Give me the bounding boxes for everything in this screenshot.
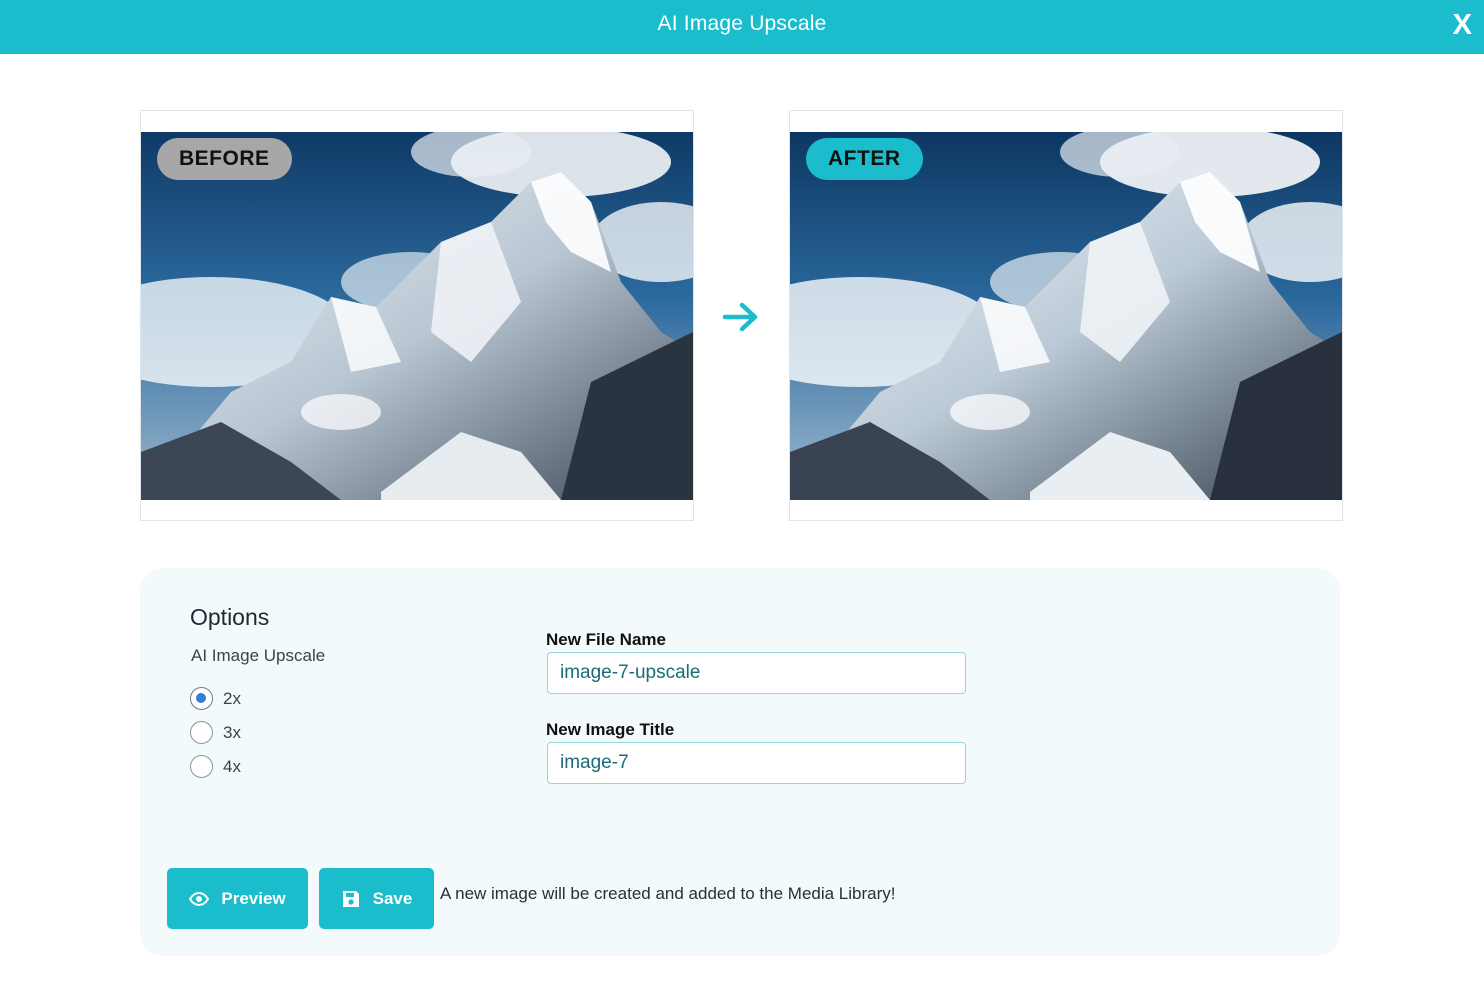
- scale-option-2x[interactable]: 2x: [190, 687, 241, 710]
- options-title: Options: [190, 604, 270, 630]
- after-badge: AFTER: [806, 138, 923, 180]
- save-button-label: Save: [372, 888, 413, 908]
- dialog-title: AI Image Upscale: [657, 12, 827, 35]
- image-title-label: New Image Title: [546, 720, 675, 739]
- preview-button-label: Preview: [221, 888, 286, 908]
- radio-4x[interactable]: [190, 755, 213, 778]
- after-mountain-photo: [790, 132, 1342, 500]
- before-mountain-photo: [141, 132, 693, 500]
- scale-option-4x[interactable]: 4x: [190, 755, 241, 778]
- before-image-frame: BEFORE: [140, 110, 694, 521]
- radio-label-3x: 3x: [223, 722, 241, 742]
- image-title-input[interactable]: [547, 742, 966, 784]
- options-panel: Options AI Image Upscale 2x 3x 4x New Fi…: [140, 568, 1340, 956]
- radio-label-2x: 2x: [223, 688, 241, 708]
- before-badge: BEFORE: [157, 138, 292, 180]
- radio-3x[interactable]: [190, 721, 213, 744]
- scale-option-3x[interactable]: 3x: [190, 721, 241, 744]
- options-subtitle: AI Image Upscale: [191, 646, 326, 665]
- eye-icon: [189, 891, 210, 906]
- media-library-note: A new image will be created and added to…: [440, 884, 896, 903]
- file-name-label: New File Name: [546, 630, 666, 649]
- radio-2x[interactable]: [190, 687, 213, 710]
- close-button[interactable]: X: [1453, 8, 1472, 42]
- floppy-disk-icon: [342, 890, 359, 907]
- arrow-right-icon: [722, 302, 758, 332]
- preview-button[interactable]: Preview: [167, 868, 308, 929]
- after-image-frame: AFTER: [789, 110, 1343, 521]
- save-button[interactable]: Save: [319, 868, 434, 929]
- file-name-input[interactable]: [547, 652, 966, 694]
- radio-label-4x: 4x: [223, 756, 241, 776]
- title-bar: AI Image Upscale X: [0, 0, 1484, 54]
